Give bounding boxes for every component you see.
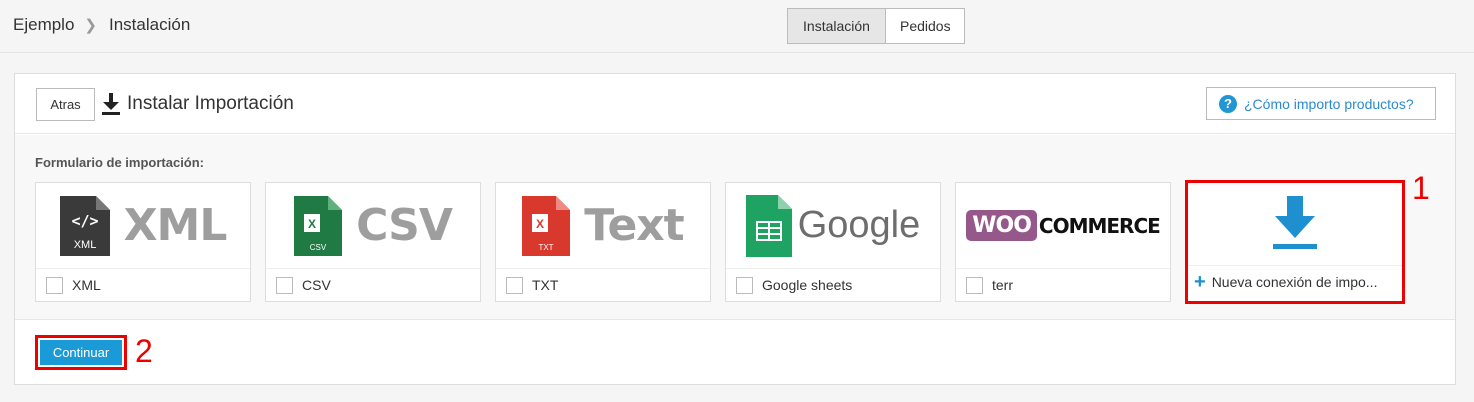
checkbox[interactable] [276,276,293,294]
import-form-body: Formulario de importación: </> XML XML X… [15,135,1455,320]
xml-logo: </> XML XML [36,183,250,269]
card-label: XML [72,277,101,293]
download-icon [1273,196,1317,249]
txt-file-icon: X TXT [522,195,571,256]
form-label: Formulario de importación: [35,155,205,170]
card-footer: CSV [266,269,480,301]
breadcrumb-root[interactable]: Ejemplo [13,15,74,35]
svg-text:X: X [308,217,316,231]
chevron-right-icon: ❯ [84,17,97,34]
csv-logo-text: CSV [356,200,453,251]
xml-file-icon: </> XML [59,195,110,256]
card-footer: TXT [496,269,710,301]
continue-button[interactable]: Continuar [35,335,127,370]
help-button-label: ¿Cómo importo productos? [1244,95,1414,112]
xml-logo-text: XML [123,200,228,251]
callout-number-1: 1 [1412,170,1430,206]
svg-text:TXT: TXT [539,243,554,252]
tab-bar: Instalación Pedidos [787,8,965,44]
text-logo: X TXT Text [496,183,710,269]
import-panel: Atras Instalar Importación ? ¿Cómo impor… [14,73,1456,385]
plus-icon: + [1194,270,1206,293]
card-footer: XML [36,269,250,301]
import-card-txt[interactable]: X TXT Text TXT [495,182,711,302]
top-bar: Ejemplo ❯ Instalación Instalación Pedido… [0,0,1474,53]
callout-number-2: 2 [135,333,153,369]
card-label: CSV [302,277,331,293]
new-connection-card[interactable]: + Nueva conexión de impo... [1185,180,1405,304]
continue-button-label: Continuar [40,340,122,365]
svg-text:XML: XML [73,239,96,251]
card-label: terr [992,277,1013,293]
checkbox[interactable] [46,276,63,294]
panel-header: Atras Instalar Importación ? ¿Cómo impor… [15,74,1455,134]
card-footer: Google sheets [726,269,940,301]
csv-logo: X CSV CSV [266,183,480,269]
checkbox[interactable] [506,276,523,294]
download-icon [102,93,120,115]
back-button[interactable]: Atras [36,88,95,121]
import-card-xml[interactable]: </> XML XML XML [35,182,251,302]
google-logo-text: Google [797,204,921,246]
text-logo-text: Text [584,200,684,251]
csv-file-icon: X CSV [294,195,343,256]
woocommerce-logo: WOO COMMERCE [956,183,1170,269]
tab-pedidos[interactable]: Pedidos [885,8,965,44]
checkbox[interactable] [736,276,753,294]
question-icon: ? [1219,94,1237,113]
woo-logo-text: WOO [966,210,1037,241]
checkbox[interactable] [966,276,983,294]
google-sheets-icon [745,194,792,257]
new-connection-logo [1188,183,1402,266]
card-footer: terr [956,269,1170,301]
breadcrumb: Ejemplo ❯ Instalación [13,15,190,35]
breadcrumb-current: Instalación [109,15,191,34]
import-card-csv[interactable]: X CSV CSV CSV [265,182,481,302]
svg-text:</>: </> [71,212,98,230]
card-label: Google sheets [762,277,853,293]
import-card-woocommerce[interactable]: WOO COMMERCE terr [955,182,1171,302]
import-card-google[interactable]: Google Google sheets [725,182,941,302]
new-connection-label: Nueva conexión de impo... [1211,274,1378,290]
svg-text:CSV: CSV [310,243,327,252]
card-label: TXT [532,277,559,293]
help-button[interactable]: ? ¿Cómo importo productos? [1206,87,1436,120]
panel-footer: Continuar 2 [15,321,1455,384]
page-title: Instalar Importación [127,93,294,114]
tab-instalacion[interactable]: Instalación [787,8,885,44]
card-footer: + Nueva conexión de impo... [1188,266,1402,298]
svg-text:X: X [536,217,544,231]
google-logo: Google [726,183,940,269]
commerce-logo-text: COMMERCE [1038,213,1161,238]
